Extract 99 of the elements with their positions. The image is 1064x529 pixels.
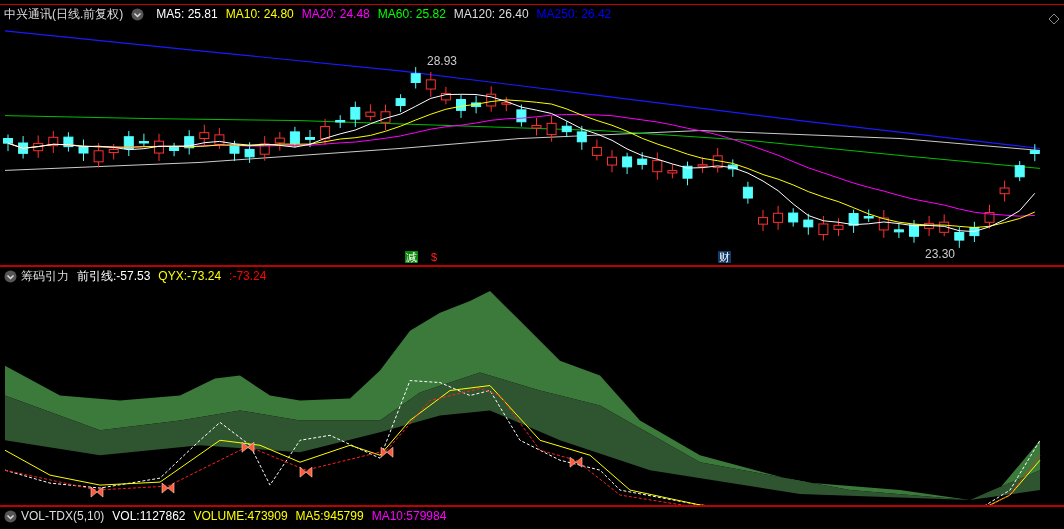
butterfly-icon [161, 482, 175, 494]
indicator-value: :-73.24 [229, 268, 267, 285]
candlestick [833, 217, 844, 237]
candlestick [591, 139, 602, 161]
candlestick [652, 151, 663, 181]
candlestick [546, 115, 557, 143]
candlestick [697, 156, 708, 174]
candlestick [350, 101, 361, 128]
candlestick [138, 133, 149, 147]
candlestick [758, 209, 768, 232]
candlestick [184, 129, 195, 155]
candlestick [244, 141, 255, 164]
candlestick [516, 104, 527, 128]
event-marker[interactable]: $ [430, 251, 439, 263]
candlestick [78, 139, 89, 162]
indicator-value: MA120: 26.40 [453, 6, 529, 23]
candlestick [259, 135, 270, 162]
candlestick [788, 207, 799, 228]
candlestick [531, 117, 542, 136]
candlestick [818, 215, 829, 241]
candlestick [667, 163, 678, 179]
candlestick [773, 205, 784, 231]
candlestick [33, 135, 44, 159]
candlestick [939, 213, 950, 237]
candlestick [727, 158, 738, 178]
indicator-value: VOL:1127862 [112, 508, 186, 525]
panel-title: 中兴通讯(日线.前复权) [3, 6, 125, 23]
candlestick [924, 215, 935, 237]
chevron-down-icon[interactable] [131, 7, 145, 21]
indicator-value: MA10:579984 [371, 508, 447, 525]
candlestick [893, 223, 904, 239]
candlestick [108, 143, 119, 161]
indicator-value: MA60: 25.82 [377, 6, 446, 23]
candlestick [3, 134, 13, 152]
event-marker[interactable]: 财 [718, 251, 731, 263]
panel-title: 筹码引力 [21, 268, 69, 285]
butterfly-icon [569, 456, 583, 468]
butterfly-icon [90, 486, 104, 498]
indicator-value: MA20: 24.48 [301, 6, 370, 23]
panel-title: VOL-TDX(5,10) [21, 508, 105, 525]
candlestick [214, 127, 225, 150]
candlestick [486, 85, 497, 113]
candlestick [878, 209, 889, 239]
candlestick [18, 135, 29, 160]
indicator-value: VOLUME:473909 [193, 508, 288, 525]
candlestick [410, 66, 421, 89]
candlestick [863, 209, 874, 223]
candlestick [123, 130, 134, 157]
indicator-value: MA5: 25.81 [156, 6, 218, 23]
butterfly-icon [299, 466, 313, 478]
candlestick [999, 180, 1010, 203]
candlestick [607, 149, 617, 173]
candlestick [335, 114, 346, 129]
candlestick [954, 226, 965, 249]
candlestick [48, 130, 59, 154]
candlestick [229, 140, 240, 162]
candlestick [742, 181, 753, 205]
butterfly-icon [380, 446, 394, 458]
candlestick [274, 131, 285, 152]
candlestick [712, 147, 723, 173]
candlestick [984, 204, 995, 229]
candlestick [1029, 143, 1040, 162]
candlestick [576, 125, 587, 151]
candlestick [456, 94, 466, 119]
candlestick [169, 142, 180, 157]
candlestick [682, 161, 693, 186]
candlestick [637, 151, 648, 171]
candlestick [395, 93, 406, 113]
candlestick [501, 96, 512, 112]
candlestick [380, 104, 391, 131]
indicator-value: MA250: 26.42 [536, 6, 612, 23]
candlestick [1014, 160, 1025, 182]
candlestick [909, 219, 919, 244]
butterfly-icon [241, 442, 255, 453]
diamond-icon[interactable] [1048, 13, 1060, 25]
candlestick [848, 209, 859, 234]
candlestick [440, 86, 451, 105]
price-label: 23.30 [925, 247, 955, 261]
indicator-value: MA5:945799 [295, 508, 364, 525]
candlestick [561, 120, 572, 138]
event-marker[interactable]: 减 [405, 251, 418, 263]
indicator-value: QYX:-73.24 [158, 268, 222, 285]
candlestick [365, 103, 376, 121]
indicator-value: MA10: 24.80 [225, 6, 294, 23]
candlestick [199, 124, 210, 147]
indicator-value: 前引线:-57.53 [77, 268, 151, 285]
candlestick [969, 221, 980, 243]
candlestick [803, 213, 814, 236]
candlestick [154, 133, 164, 162]
candlestick [305, 129, 315, 148]
candlestick [425, 71, 436, 98]
candlestick [63, 131, 74, 153]
chevron-down-icon[interactable] [4, 509, 17, 523]
candlestick [93, 142, 104, 168]
chevron-down-icon[interactable] [4, 269, 17, 283]
candlestick [622, 152, 633, 175]
candlestick [320, 118, 331, 146]
price-label: 28.93 [427, 53, 457, 68]
candlestick [471, 95, 482, 114]
